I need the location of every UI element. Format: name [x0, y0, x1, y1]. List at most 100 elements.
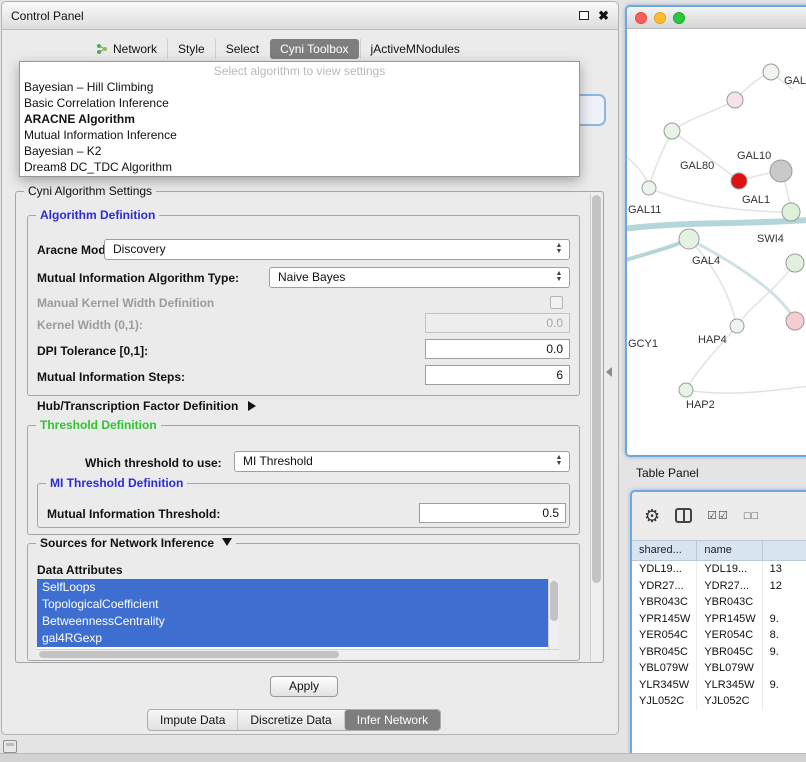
chevron-right-icon[interactable]	[248, 401, 256, 411]
mi-steps-field[interactable]: 6	[425, 365, 570, 385]
chevron-down-icon[interactable]	[222, 538, 232, 546]
menu-item-aracne[interactable]: ARACNE Algorithm	[20, 111, 579, 127]
window-minimize-button[interactable]	[654, 12, 666, 24]
table-panel-window: ⚙ ☑☑ □□ shared... name YDL19...YDL19...1…	[630, 490, 806, 762]
chevron-updown-icon: ▲▼	[552, 271, 566, 283]
list-item-betweennesscentrality[interactable]: BetweennessCentrality	[37, 613, 548, 630]
tab-infer-network[interactable]: Infer Network	[344, 710, 440, 730]
tab-network[interactable]: Network	[86, 39, 167, 59]
node-label[interactable]: HAP4	[698, 334, 727, 346]
table-row[interactable]: YDR27...YDR27...12	[632, 578, 806, 595]
node-label[interactable]: GCY1	[628, 338, 658, 350]
tab-discretize-data[interactable]: Discretize Data	[237, 710, 343, 730]
which-threshold-label: Which threshold to use:	[85, 453, 222, 473]
select-all-icon[interactable]: ☑☑	[707, 509, 729, 522]
control-panel-title: Control Panel	[11, 9, 84, 23]
mi-threshold-group-title: MI Threshold Definition	[46, 476, 187, 490]
list-item-gal4rgexp[interactable]: gal4RGexp	[37, 630, 548, 647]
apply-button[interactable]: Apply	[270, 676, 338, 697]
kernel-width-field[interactable]: 0.0	[425, 313, 570, 333]
table-row[interactable]: YBL079WYBL079W	[632, 660, 806, 677]
node-label[interactable]: HAP2	[686, 399, 715, 411]
algorithm-dropdown-menu: Select algorithm to view settings Bayesi…	[19, 61, 580, 177]
chevron-updown-icon: ▲▼	[552, 455, 566, 467]
node-label[interactable]: GAL10	[737, 150, 771, 162]
table-body: YDL19...YDL19...13 YDR27...YDR27...12 YB…	[632, 561, 806, 760]
control-panel-titlebar: Control Panel ✖	[2, 2, 618, 30]
tab-select[interactable]: Select	[215, 39, 269, 59]
column-selector-icon[interactable]	[675, 508, 692, 523]
network-tab-icon	[96, 43, 108, 55]
bottom-tabs: Impute Data Discretize Data Infer Networ…	[147, 709, 441, 731]
column-header-name[interactable]: name	[697, 541, 762, 560]
close-icon[interactable]: ✖	[598, 11, 609, 21]
threshold-definition-title: Threshold Definition	[36, 418, 161, 432]
menu-placeholder: Select algorithm to view settings	[20, 63, 579, 79]
deselect-all-icon[interactable]: □□	[744, 510, 759, 522]
aracne-mode-combo[interactable]: Discovery ▲▼	[104, 239, 570, 260]
dpi-tolerance-field[interactable]: 0.0	[425, 339, 570, 359]
network-view-window: GAL GAL80 GAL10 GAL11 GAL1 SWI4 GAL4 GCY…	[625, 5, 806, 457]
settings-scrollbar-thumb[interactable]	[592, 195, 601, 583]
tab-impute-data[interactable]: Impute Data	[148, 710, 237, 730]
menu-item-bayesian-hill-climbing[interactable]: Bayesian – Hill Climbing	[20, 79, 579, 95]
attributes-horizontal-scrollbar[interactable]	[37, 649, 559, 659]
list-item-selfloops[interactable]: SelfLoops	[37, 579, 548, 596]
kernel-width-label: Kernel Width (0,1):	[37, 315, 143, 335]
float-window-icon[interactable]	[579, 11, 589, 20]
status-strip	[0, 753, 806, 762]
mi-algorithm-type-label: Mutual Information Algorithm Type:	[37, 268, 239, 288]
node-label[interactable]: GAL4	[692, 255, 720, 267]
table-toolbar: ⚙ ☑☑ □□	[632, 492, 806, 539]
menu-item-mutual-information[interactable]: Mutual Information Inference	[20, 127, 579, 143]
node-label[interactable]: SWI4	[757, 233, 784, 245]
column-header-shared-name[interactable]: shared...	[632, 541, 697, 560]
sources-group-title[interactable]: Sources for Network Inference	[36, 536, 236, 550]
column-header-extra[interactable]	[763, 541, 806, 560]
cyni-algorithm-settings-title: Cyni Algorithm Settings	[24, 184, 156, 198]
control-panel-window: Control Panel ✖ Network Style Select Cyn…	[1, 1, 619, 735]
table-panel-title: Table Panel	[636, 466, 699, 480]
tab-style[interactable]: Style	[167, 39, 215, 59]
algorithm-definition-title: Algorithm Definition	[36, 208, 159, 222]
node-label[interactable]: GAL1	[742, 194, 770, 206]
table-row[interactable]: YPR145WYPR145W9.	[632, 611, 806, 628]
minimized-panel-icon[interactable]	[3, 740, 17, 753]
menu-item-bayesian-k2[interactable]: Bayesian – K2	[20, 143, 579, 159]
attributes-vscroll-thumb[interactable]	[550, 581, 558, 621]
table-row[interactable]: YBR043CYBR043C	[632, 594, 806, 611]
attributes-vertical-scrollbar[interactable]	[548, 579, 559, 649]
table-row[interactable]: YDL19...YDL19...13	[632, 561, 806, 578]
table-row[interactable]: YJL052CYJL052C	[632, 693, 806, 710]
mi-algorithm-type-combo[interactable]: Naive Bayes ▲▼	[269, 267, 570, 288]
menu-item-basic-correlation[interactable]: Basic Correlation Inference	[20, 95, 579, 111]
node-label[interactable]: GAL11	[628, 204, 661, 216]
window-zoom-button[interactable]	[673, 12, 685, 24]
tab-cyni-toolbox[interactable]: Cyni Toolbox	[270, 39, 358, 59]
manual-kernel-checkbox[interactable]	[550, 296, 563, 309]
manual-kernel-label: Manual Kernel Width Definition	[37, 293, 214, 313]
table-row[interactable]: YLR345WYLR345W9.	[632, 677, 806, 694]
settings-vertical-scrollbar[interactable]	[590, 193, 602, 661]
table-header: shared... name	[632, 540, 806, 561]
panel-collapse-handle[interactable]	[606, 367, 612, 377]
hub-definition-toggle[interactable]: Hub/Transcription Factor Definition	[37, 396, 256, 416]
network-canvas[interactable]: GAL GAL80 GAL10 GAL11 GAL1 SWI4 GAL4 GCY…	[627, 29, 806, 455]
attributes-hscroll-thumb[interactable]	[39, 651, 339, 658]
menu-item-dream8[interactable]: Dream8 DC_TDC Algorithm	[20, 159, 579, 175]
data-attributes-label: Data Attributes	[37, 560, 123, 580]
network-window-titlebar	[627, 7, 806, 29]
window-close-button[interactable]	[635, 12, 647, 24]
node-label[interactable]: GAL	[784, 75, 806, 87]
which-threshold-combo[interactable]: MI Threshold ▲▼	[234, 451, 570, 472]
gear-icon[interactable]: ⚙	[644, 507, 660, 525]
list-item-topologicalcoefficient[interactable]: TopologicalCoefficient	[37, 596, 548, 613]
data-attributes-list: SelfLoops TopologicalCoefficient Between…	[37, 579, 548, 649]
highlighted-node	[731, 173, 747, 189]
dpi-tolerance-label: DPI Tolerance [0,1]:	[37, 341, 148, 361]
table-row[interactable]: YBR045CYBR045C9.	[632, 644, 806, 661]
tab-jactivemnodules[interactable]: jActiveMNodules	[360, 39, 470, 59]
table-row[interactable]: YER054CYER054C8.	[632, 627, 806, 644]
node-label[interactable]: GAL80	[680, 160, 714, 172]
mi-threshold-field[interactable]: 0.5	[419, 503, 566, 523]
